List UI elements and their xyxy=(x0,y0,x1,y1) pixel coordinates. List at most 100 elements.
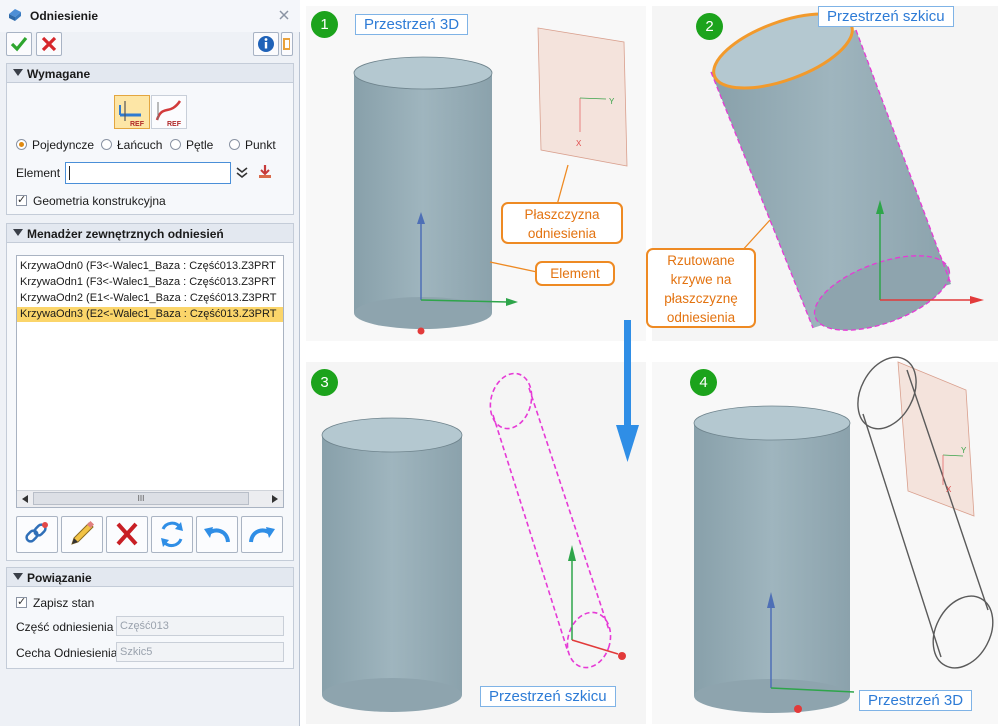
svg-text:REF: REF xyxy=(167,121,182,128)
section-manager-title: Menadżer zewnętrznych odniesień xyxy=(27,227,224,241)
callout-line: odniesienia xyxy=(666,310,736,325)
radio-indicator xyxy=(101,139,112,150)
ref-plane-icon: REF xyxy=(119,101,145,128)
check-icon xyxy=(10,36,28,52)
step-badge-3: 3 xyxy=(311,369,338,396)
info-icon xyxy=(258,36,274,52)
reference-dialog: Odniesienie Wymagane REF REF Pojedyncze … xyxy=(0,0,300,726)
undo-button[interactable] xyxy=(196,516,238,553)
undo-icon xyxy=(204,527,230,543)
radio-indicator xyxy=(170,139,181,150)
ref-feature-label: Cecha Odniesienia xyxy=(16,646,118,660)
scroll-left-icon[interactable] xyxy=(21,495,29,503)
collapse-arrow-icon xyxy=(13,69,23,76)
section-binding-header[interactable]: Powiązanie xyxy=(6,567,294,587)
help-button[interactable] xyxy=(281,32,293,56)
svg-text:Y: Y xyxy=(609,97,615,106)
svg-text:Y: Y xyxy=(961,446,967,455)
redo-icon xyxy=(249,527,275,543)
label-3d-space: Przestrzeń 3D xyxy=(355,14,469,35)
panel-3-cylinder xyxy=(321,417,463,712)
down-arrow xyxy=(616,320,639,462)
radio-label: Pojedyncze xyxy=(32,138,95,152)
redo-button[interactable] xyxy=(241,516,283,553)
info-button[interactable] xyxy=(253,32,279,56)
callout-line: płaszczyznę xyxy=(664,291,738,306)
save-state-checkbox[interactable] xyxy=(16,595,27,608)
radio-label: Pętle xyxy=(186,138,214,152)
step-badge-4: 4 xyxy=(690,369,717,396)
wireframe-projected-cylinder: Y X xyxy=(857,356,994,669)
label-sketch-space: Przestrzeń szkicu xyxy=(818,6,954,27)
construction-geometry-label: Geometria konstrukcyjna xyxy=(33,194,166,208)
callout-element: Element xyxy=(535,261,615,286)
callout-line: krzywe na xyxy=(670,272,732,287)
ref-method-curve-button[interactable]: REF xyxy=(151,95,187,129)
scroll-right-icon[interactable] xyxy=(271,495,279,503)
callout-line: Rzutowane xyxy=(667,253,735,268)
svg-text:REF: REF xyxy=(130,121,145,128)
refresh-button[interactable] xyxy=(151,516,193,553)
element-label: Element xyxy=(16,166,61,180)
delete-x-icon xyxy=(116,522,138,546)
delete-button[interactable] xyxy=(106,516,148,553)
step-badge-2: 2 xyxy=(696,13,723,40)
chain-link-icon xyxy=(25,522,48,543)
ok-button[interactable] xyxy=(6,32,32,56)
label-3d-space: Przestrzeń 3D xyxy=(859,690,973,711)
reference-icon xyxy=(9,9,21,21)
pin-icon[interactable] xyxy=(277,8,291,22)
scroll-thumb[interactable]: III xyxy=(33,492,249,505)
cancel-button[interactable] xyxy=(36,32,62,56)
relink-button[interactable] xyxy=(16,516,58,553)
text-cursor xyxy=(69,166,70,180)
label-sketch-space: Przestrzeń szkicu xyxy=(480,686,616,707)
ref-curve-icon: REF xyxy=(155,100,182,128)
double-chevron-down-icon[interactable] xyxy=(235,166,249,180)
section-required-title: Wymagane xyxy=(27,67,91,81)
illustration-svg: Y X Y X xyxy=(321,12,994,713)
edit-button[interactable] xyxy=(61,516,103,553)
radio-label: Łańcuch xyxy=(117,138,163,152)
step-badge-1: 1 xyxy=(311,11,338,38)
dialog-titlebar: Odniesienie xyxy=(0,0,300,32)
radio-indicator xyxy=(229,139,240,150)
dialog-title: Odniesienie xyxy=(30,9,99,23)
refresh-icon xyxy=(161,521,183,547)
reference-list[interactable]: KrzywaOdn0 (F3<-Walec1_Baza : Część013.Z… xyxy=(16,255,284,508)
save-state-label: Zapisz stan xyxy=(33,596,95,610)
illustration-area: Y X Y X 1 2 3 4 Przestrzeń 3D Przestrzeń… xyxy=(300,0,1000,726)
radio-label: Punkt xyxy=(245,138,276,152)
pencil-icon xyxy=(71,520,95,545)
pick-filter-icon[interactable] xyxy=(257,164,273,180)
callout-line: Element xyxy=(550,266,600,281)
radio-indicator xyxy=(16,139,27,150)
panel-4-cylinder xyxy=(693,405,851,713)
list-item[interactable]: KrzywaOdn2 (E1<-Walec1_Baza : Część013.Z… xyxy=(17,291,283,306)
section-required-header[interactable]: Wymagane xyxy=(6,63,294,83)
ref-part-label: Część odniesienia xyxy=(16,620,114,634)
projected-curves-sketch xyxy=(489,372,626,669)
construction-geometry-checkbox[interactable] xyxy=(16,193,27,206)
close-icon xyxy=(41,36,57,52)
panel-1-cylinder xyxy=(353,56,493,329)
help-book-icon xyxy=(283,38,290,50)
list-item[interactable]: KrzywaOdn1 (F3<-Walec1_Baza : Część013.Z… xyxy=(17,275,283,290)
svg-text:X: X xyxy=(946,485,952,494)
callout-projected-curves: Rzutowane krzywe na płaszczyznę odniesie… xyxy=(646,248,756,328)
ref-part-field: Część013 xyxy=(116,616,284,636)
list-item-selected[interactable]: KrzywaOdn3 (E2<-Walec1_Baza : Część013.Z… xyxy=(17,307,283,322)
ref-feature-field: Szkic5 xyxy=(116,642,284,662)
section-manager-header[interactable]: Menadżer zewnętrznych odniesień xyxy=(6,223,294,243)
collapse-arrow-icon xyxy=(13,573,23,580)
section-binding-title: Powiązanie xyxy=(27,571,92,585)
element-input[interactable] xyxy=(65,162,231,184)
callout-reference-plane: Płaszczyzna odniesienia xyxy=(501,202,623,244)
callout-line: Płaszczyzna xyxy=(524,207,600,222)
horizontal-scrollbar[interactable]: III xyxy=(17,490,283,507)
svg-text:X: X xyxy=(576,139,582,148)
ref-method-plane-button[interactable]: REF xyxy=(114,95,150,129)
list-item[interactable]: KrzywaOdn0 (F3<-Walec1_Baza : Część013.Z… xyxy=(17,259,283,274)
callout-line: odniesienia xyxy=(527,226,597,241)
reference-plane: Y X xyxy=(537,27,628,167)
